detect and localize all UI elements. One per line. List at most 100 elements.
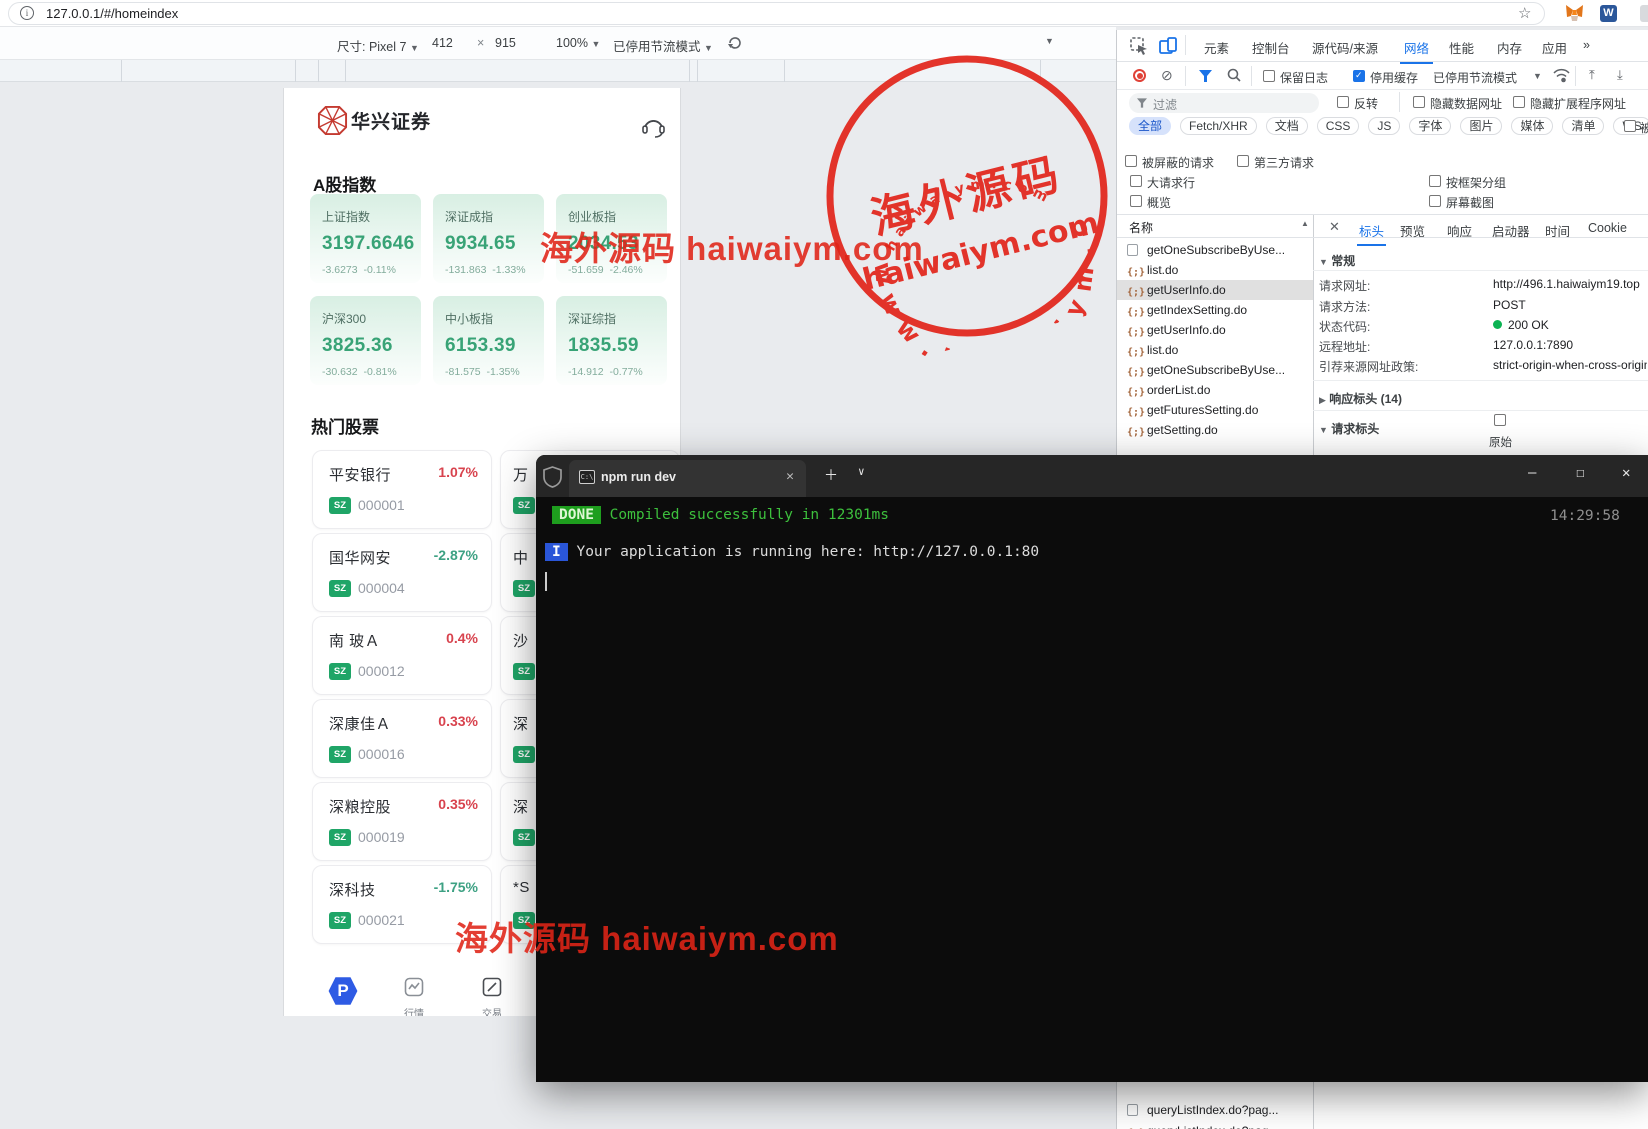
device-height-field[interactable]: 915 [495,36,516,50]
stock-card[interactable]: 平安银行 1.07% SZ 000001 [312,450,492,529]
preserve-log-checkbox[interactable] [1263,70,1275,82]
device-width-field[interactable]: 412 [432,36,453,50]
hide-data-urls-checkbox[interactable] [1413,96,1425,108]
index-card[interactable]: 上证指数 3197.6646 -3.6273 -0.11% [310,194,421,283]
request-row[interactable]: {;}getOneSubscribeByUse... [1117,360,1313,380]
request-row[interactable]: getOneSubscribeByUse... [1117,240,1313,260]
new-tab-icon[interactable]: ＋ [824,465,838,485]
detail-tab-timing[interactable]: 时间 [1545,221,1570,240]
show-overview-checkbox[interactable] [1130,195,1142,207]
throttling-caret-icon[interactable]: ▼ [1533,71,1542,81]
record-network-log-icon[interactable] [1133,69,1146,82]
customer-service-icon[interactable] [641,113,666,140]
detail-tab-headers[interactable]: 标头 [1359,221,1384,240]
chip-css[interactable]: CSS [1317,117,1360,135]
import-har-icon[interactable]: ⤒ [1589,67,1595,83]
network-conditions-icon[interactable] [1553,68,1570,83]
tab-application[interactable]: 应用 [1542,38,1567,57]
terminal-tab[interactable]: C:\ npm run dev ✕ [569,460,806,497]
tab-dropdown-icon[interactable]: ∨ [858,465,865,478]
big-request-rows-checkbox[interactable] [1130,175,1142,187]
word-extension-icon[interactable]: W [1600,5,1617,22]
chip-doc[interactable]: 文档 [1266,117,1308,135]
chip-fetch-xhr[interactable]: Fetch/XHR [1180,117,1257,135]
close-detail-icon[interactable]: ✕ [1329,219,1340,235]
chip-font[interactable]: 字体 [1409,117,1451,135]
url-text[interactable]: 127.0.0.1/#/homeindex [46,6,178,21]
metamask-extension-icon[interactable] [1565,4,1584,22]
zoom-select[interactable]: 100% ▼ [556,36,600,50]
general-section-header[interactable]: ▼ 常规 [1319,252,1355,269]
rotate-device-icon[interactable] [726,34,744,52]
stock-card[interactable]: 国华网安 -2.87% SZ 000004 [312,533,492,612]
device-select[interactable]: 尺寸: Pixel 7 ▼ [337,36,419,55]
hide-extension-urls-checkbox[interactable] [1513,96,1525,108]
request-row[interactable]: {;}getFuturesSetting.do [1117,400,1313,420]
chip-manifest[interactable]: 清单 [1562,117,1604,135]
throttle-select[interactable]: 已停用节流模式 ▼ [613,36,713,55]
third-party-checkbox[interactable] [1237,155,1249,167]
export-har-icon[interactable]: ⤓ [1617,67,1623,83]
tab-elements[interactable]: 元素 [1204,38,1229,57]
tab-console[interactable]: 控制台 [1252,38,1290,57]
minimize-icon[interactable]: — [1528,465,1536,481]
clear-network-log-icon[interactable]: ⊘ [1161,67,1173,84]
blocked-requests-checkbox[interactable] [1125,155,1137,167]
stock-card[interactable]: 深康佳Ａ 0.33% SZ 000016 [312,699,492,778]
scroll-up-icon[interactable]: ▲ [1301,219,1309,228]
filter-input[interactable]: 过滤 [1129,93,1319,113]
toggle-device-toolbar-icon[interactable] [1159,37,1177,55]
tab-close-icon[interactable]: ✕ [786,469,794,484]
index-card[interactable]: 深证综指 1835.59 -14.912 -0.77% [556,296,667,385]
detail-tab-initiator[interactable]: 启动器 [1492,221,1530,240]
capture-screenshots-checkbox[interactable] [1429,195,1441,207]
request-row-selected[interactable]: {;}getUserInfo.do [1117,280,1313,300]
request-row[interactable]: {;}orderList.do [1117,380,1313,400]
terminal-titlebar[interactable]: C:\ npm run dev ✕ ＋ ∨ — ☐ ✕ [536,455,1648,497]
tab-memory[interactable]: 内存 [1497,38,1522,57]
request-row[interactable]: queryListIndex.do?pag... [1117,1100,1313,1120]
index-card[interactable]: 深证成指 9934.65 -131.863 -1.33% [433,194,544,283]
extension-icon-partial[interactable] [1640,5,1648,22]
request-row[interactable]: {;}getIndexSetting.do [1117,300,1313,320]
tab-performance[interactable]: 性能 [1449,38,1474,57]
terminal-window[interactable]: C:\ npm run dev ✕ ＋ ∨ — ☐ ✕ DONE Compile… [536,455,1648,1082]
chip-media[interactable]: 媒体 [1511,117,1553,135]
tab-network[interactable]: 网络 [1404,38,1429,57]
stock-card[interactable]: 深粮控股 0.35% SZ 000019 [312,782,492,861]
index-card[interactable]: 中小板指 6153.39 -81.575 -1.35% [433,296,544,385]
chip-all[interactable]: 全部 [1129,117,1171,135]
inspect-element-icon[interactable] [1130,37,1148,55]
response-headers-section[interactable]: ▶ 响应标头 (14) [1319,390,1402,407]
nav-trade-tab[interactable]: 交易 [482,977,502,1016]
request-headers-section[interactable]: ▼ 请求标头 [1319,420,1379,437]
address-bar[interactable] [8,2,1545,25]
request-row[interactable]: {;}getUserInfo.do [1117,320,1313,340]
request-row[interactable]: {;}list.do [1117,260,1313,280]
chip-js[interactable]: JS [1368,117,1400,135]
stock-card[interactable]: 南 玻Ａ 0.4% SZ 000012 [312,616,492,695]
blocked-cookies-checkbox[interactable] [1624,120,1636,132]
index-card[interactable]: 沪深300 3825.36 -30.632 -0.81% [310,296,421,385]
site-info-icon[interactable]: i [20,6,34,20]
raw-headers-checkbox[interactable] [1494,414,1506,426]
search-icon[interactable] [1227,68,1241,82]
chip-img[interactable]: 图片 [1460,117,1502,135]
close-window-icon[interactable]: ✕ [1622,465,1630,481]
detail-tab-cookie[interactable]: Cookie [1588,221,1627,235]
detail-tab-preview[interactable]: 预览 [1400,221,1425,240]
nav-market-tab[interactable]: 行情 [404,977,424,1016]
request-row[interactable]: {;}list.do [1117,340,1313,360]
nav-home-tab[interactable]: P [328,976,358,1006]
request-row[interactable]: {;}queryListIndex.do?pag... [1117,1121,1313,1129]
bookmark-star-icon[interactable]: ☆ [1518,4,1531,22]
filter-icon[interactable] [1199,70,1212,82]
disable-cache-checkbox[interactable] [1353,70,1365,82]
maximize-icon[interactable]: ☐ [1576,465,1584,481]
request-table-header[interactable]: 名称 ▲ [1117,214,1313,238]
more-tabs-icon[interactable]: » [1583,38,1590,52]
tab-sources[interactable]: 源代码/来源 [1312,38,1378,57]
throttling-select[interactable]: 已停用节流模式 [1433,69,1517,86]
detail-tab-response[interactable]: 响应 [1447,221,1472,240]
invert-filter-checkbox[interactable] [1337,96,1349,108]
